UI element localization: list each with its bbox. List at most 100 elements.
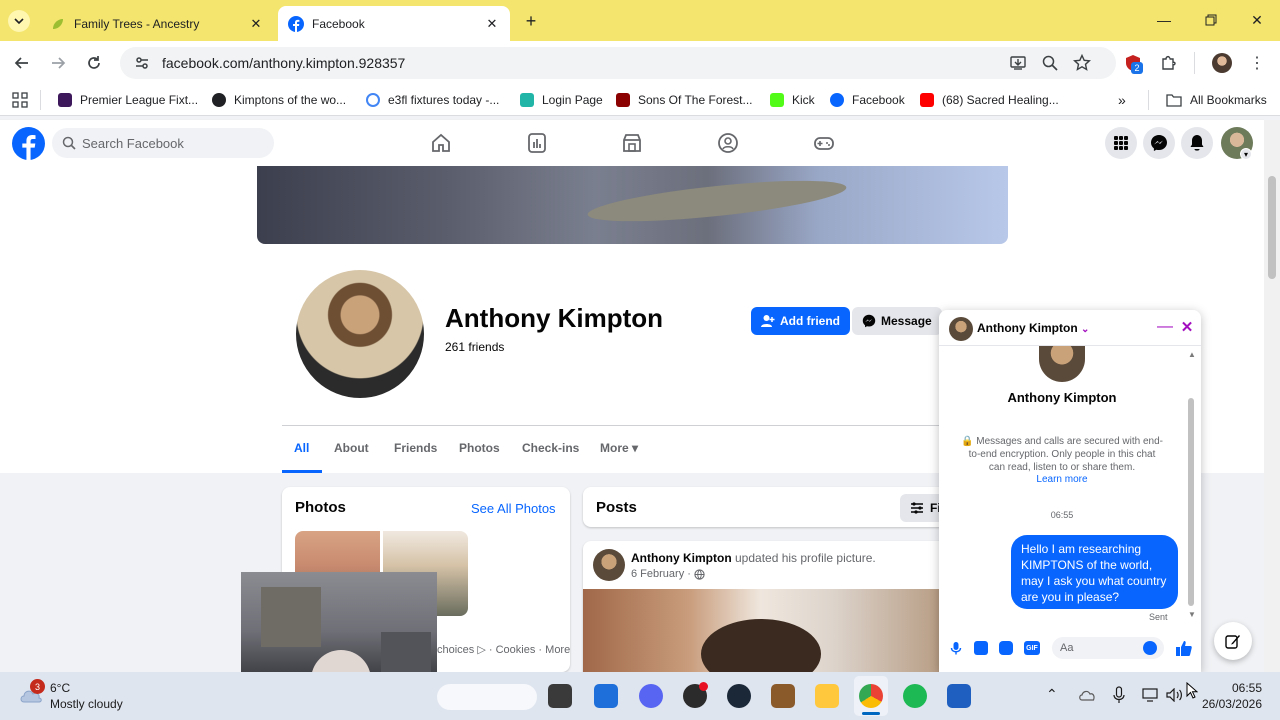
messenger-button[interactable] — [1143, 127, 1175, 159]
spotify-icon[interactable] — [903, 684, 927, 708]
chat-scrollbar[interactable]: ▲ ▼ — [1187, 350, 1196, 620]
bookmark-premier-league[interactable]: Premier League Fixt... — [58, 90, 198, 110]
scrollbar-thumb[interactable] — [1268, 176, 1276, 279]
post-author-name[interactable]: Anthony Kimpton — [631, 551, 732, 565]
chevron-up-icon[interactable]: ⌃ — [1046, 686, 1058, 703]
clock-time[interactable]: 06:55 — [1200, 681, 1262, 695]
gaming-icon[interactable] — [812, 131, 836, 155]
forward-button[interactable] — [44, 49, 72, 77]
close-icon[interactable]: ✕ — [248, 16, 264, 32]
thumbs-up-icon[interactable] — [1175, 639, 1193, 657]
facebook-logo[interactable] — [12, 127, 45, 160]
tab-friends[interactable]: Friends — [394, 441, 437, 461]
emoji-icon[interactable] — [1143, 641, 1157, 655]
app-icon[interactable] — [947, 684, 971, 708]
close-chat-button[interactable]: ✕ — [1178, 318, 1196, 336]
bookmark-kimptons[interactable]: Kimptons of the wo... — [212, 90, 346, 110]
reload-button[interactable] — [80, 49, 108, 77]
bookmark-youtube[interactable]: (68) Sacred Healing... — [920, 90, 1059, 110]
close-window-button[interactable]: ✕ — [1243, 8, 1271, 32]
network-icon[interactable] — [1142, 688, 1158, 702]
chat-header-name-button[interactable]: Anthony Kimpton ⌄ — [977, 321, 1089, 335]
home-icon[interactable] — [429, 131, 453, 155]
notifications-button[interactable] — [1181, 127, 1213, 159]
bookmark-facebook[interactable]: Facebook — [830, 90, 905, 110]
post-date[interactable]: 6 February — [631, 568, 684, 580]
microphone-icon[interactable] — [1112, 686, 1126, 704]
photo-icon[interactable] — [974, 641, 988, 655]
ad-choices-link[interactable]: choices — [437, 644, 474, 656]
zoom-icon[interactable] — [1041, 54, 1059, 72]
tab-about[interactable]: About — [334, 441, 369, 461]
learn-more-link[interactable]: Learn more — [939, 474, 1185, 485]
tab-facebook[interactable]: Facebook ✕ — [278, 6, 510, 41]
back-button[interactable] — [8, 49, 36, 77]
feeds-icon[interactable] — [525, 131, 549, 155]
minimize-button[interactable]: — — [1150, 8, 1178, 32]
chat-avatar[interactable] — [949, 317, 973, 341]
tab-photos[interactable]: Photos — [459, 441, 500, 461]
marketplace-icon[interactable] — [620, 131, 644, 155]
post-author-avatar[interactable] — [593, 549, 625, 581]
bookmark-star-icon[interactable] — [1073, 54, 1091, 72]
tab-more[interactable]: More ▾ — [600, 441, 638, 461]
tab-check-ins[interactable]: Check-ins — [522, 441, 579, 461]
chrome-icon[interactable] — [859, 684, 883, 708]
all-bookmarks-button[interactable]: All Bookmarks — [1166, 90, 1267, 110]
weather-temp[interactable]: 6°C — [50, 681, 70, 695]
scroll-down-icon[interactable]: ▼ — [1188, 610, 1196, 619]
extension-shield-icon[interactable]: 2 — [1123, 53, 1143, 74]
tab-all[interactable]: All — [294, 441, 309, 461]
tab-ancestry[interactable]: Family Trees - Ancestry ✕ — [40, 6, 274, 41]
apps-grid-icon[interactable] — [12, 92, 28, 108]
volume-icon[interactable] — [1166, 688, 1184, 702]
message-button[interactable]: Message — [852, 307, 942, 335]
gif-icon[interactable]: GIF — [1024, 641, 1040, 655]
chevron-down-icon: ⌄ — [1081, 324, 1090, 335]
site-info-icon[interactable] — [134, 55, 150, 71]
sticker-icon[interactable] — [999, 641, 1013, 655]
close-icon[interactable]: ✕ — [484, 16, 500, 32]
menu-button[interactable] — [1105, 127, 1137, 159]
chat-scrollbar-thumb[interactable] — [1188, 398, 1194, 606]
facebook-search-input[interactable]: Search Facebook — [52, 128, 274, 158]
groups-icon[interactable] — [716, 131, 740, 155]
game-icon[interactable] — [771, 684, 795, 708]
add-friend-button[interactable]: Add friend — [751, 307, 850, 335]
weather-desc[interactable]: Mostly cloudy — [50, 697, 123, 711]
chevron-down-icon[interactable]: ▾ — [1240, 148, 1252, 160]
profile-picture[interactable] — [292, 266, 428, 402]
menu-kebab-icon[interactable]: ⋮ — [1248, 54, 1266, 72]
discord-icon[interactable] — [639, 684, 663, 708]
file-explorer-icon[interactable] — [815, 684, 839, 708]
bookmark-e3fl[interactable]: e3fl fixtures today -... — [366, 90, 499, 110]
friends-count[interactable]: 261 friends — [445, 340, 504, 354]
bookmark-login-page[interactable]: Login Page — [520, 90, 603, 110]
steam-icon[interactable] — [727, 684, 751, 708]
bookmark-sons-of-the-forest[interactable]: Sons Of The Forest... — [616, 90, 753, 110]
see-all-photos-link[interactable]: See All Photos — [471, 501, 556, 516]
cookies-link[interactable]: Cookies — [496, 644, 536, 656]
more-bookmarks-button[interactable]: » — [1118, 90, 1126, 110]
microphone-icon[interactable] — [949, 641, 963, 655]
restore-button[interactable] — [1197, 8, 1225, 32]
tab-search-button[interactable] — [8, 10, 30, 32]
onedrive-icon[interactable] — [1078, 688, 1096, 702]
clock-date[interactable]: 26/03/2026 — [1190, 697, 1262, 711]
cover-photo[interactable] — [257, 166, 1008, 244]
sent-message-bubble[interactable]: Hello I am researching KIMPTONS of the w… — [1011, 535, 1178, 609]
task-view-icon[interactable] — [548, 684, 572, 708]
scroll-up-icon[interactable]: ▲ — [1188, 350, 1196, 359]
outlook-icon[interactable] — [594, 684, 618, 708]
bookmark-kick[interactable]: Kick — [770, 90, 815, 110]
taskbar-search-box[interactable] — [437, 684, 537, 710]
post-image[interactable] — [583, 589, 939, 689]
minimize-chat-button[interactable]: — — [1156, 318, 1174, 336]
extensions-puzzle-icon[interactable] — [1160, 54, 1178, 72]
profile-avatar[interactable] — [1212, 53, 1232, 73]
more-link[interactable]: More — [545, 644, 570, 656]
new-tab-button[interactable]: + — [520, 10, 542, 32]
new-message-button[interactable] — [1214, 622, 1252, 660]
install-app-icon[interactable] — [1009, 54, 1027, 72]
address-bar[interactable]: facebook.com/anthony.kimpton.928357 — [120, 47, 1116, 79]
